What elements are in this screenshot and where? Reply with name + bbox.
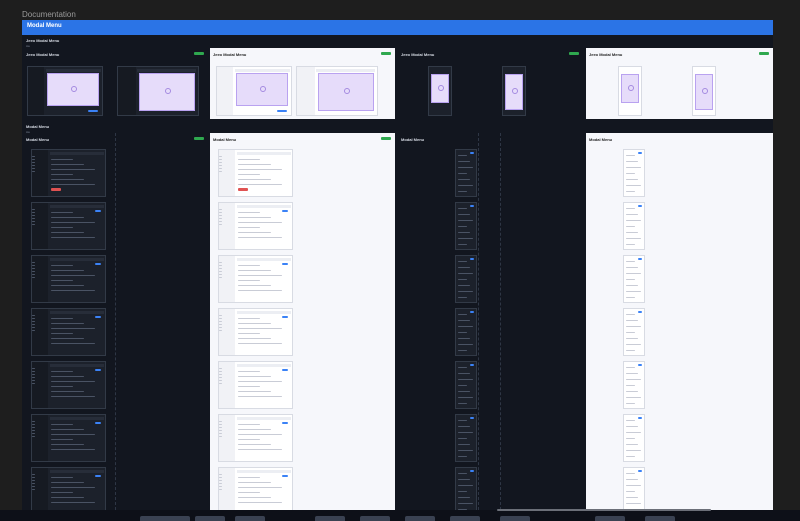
status-badge [381, 137, 391, 140]
frame-title: Jeeo Modal Menu [26, 52, 60, 57]
app-preview [218, 414, 293, 462]
taskbar [0, 510, 800, 521]
frame-title: Modal Menu [401, 137, 425, 142]
app-preview [218, 308, 293, 356]
frame-title: Jeeo Modal Menu [213, 52, 247, 57]
frame-title: Jeeo Modal Menu [401, 52, 435, 57]
app-preview [31, 308, 106, 356]
frame-modal-light-desktop[interactable]: Modal Menu [210, 133, 395, 510]
taskbar-item[interactable] [140, 516, 190, 521]
app-preview [117, 66, 199, 116]
taskbar-item[interactable] [405, 516, 435, 521]
app-preview-mobile [455, 414, 477, 462]
section-title: Modal Menu [26, 124, 50, 129]
status-badge [194, 137, 204, 140]
status-badge [194, 52, 204, 55]
status-badge [759, 52, 769, 55]
app-preview-mobile [623, 361, 645, 409]
app-preview [218, 467, 293, 510]
app-preview-mobile [455, 361, 477, 409]
app-preview-mobile [618, 66, 642, 116]
taskbar-item[interactable] [450, 516, 480, 521]
taskbar-item[interactable] [645, 516, 675, 521]
modal-preview [47, 72, 100, 107]
section-jeeo: Jeeo Modal Menu Aa [26, 38, 59, 48]
taskbar-item[interactable] [235, 516, 265, 521]
window-label: Documentation [22, 10, 76, 19]
taskbar-item[interactable] [195, 516, 225, 521]
frame-title: Modal Menu [213, 137, 237, 142]
frame-modal-dark-mobile[interactable]: Modal Menu [398, 133, 583, 510]
section-title: Jeeo Modal Menu [26, 38, 60, 43]
app-preview-mobile [692, 66, 716, 116]
app-preview-mobile [455, 255, 477, 303]
app-preview-mobile [455, 202, 477, 250]
app-preview-mobile [623, 467, 645, 510]
taskbar-item[interactable] [360, 516, 390, 521]
app-preview [218, 149, 293, 197]
modal-preview [504, 73, 524, 110]
taskbar-item[interactable] [595, 516, 625, 521]
frame-title: Jeeo Modal Menu [589, 52, 623, 57]
app-preview [27, 66, 103, 116]
app-preview [31, 202, 106, 250]
modal-preview [694, 73, 714, 110]
app-preview [31, 149, 106, 197]
modal-preview [620, 73, 640, 103]
app-preview-mobile [455, 308, 477, 356]
app-preview-mobile [502, 66, 526, 116]
app-preview [218, 202, 293, 250]
app-preview-mobile [623, 149, 645, 197]
app-preview [31, 467, 106, 510]
app-preview [216, 66, 292, 116]
modal-preview [138, 72, 195, 112]
frame-jeeo-dark-desktop[interactable]: Jeeo Modal Menu [23, 48, 208, 119]
design-canvas[interactable]: Modal Menu Jeeo Modal Menu Aa Modal Menu… [22, 20, 773, 510]
app-preview-mobile [455, 149, 477, 197]
frame-title: Modal Menu [26, 137, 50, 142]
modal-preview [236, 72, 289, 107]
modal-preview [430, 73, 450, 103]
app-preview [31, 361, 106, 409]
frame-jeeo-light-desktop[interactable]: Jeeo Modal Menu [210, 48, 395, 119]
frame-jeeo-light-mobile[interactable]: Jeeo Modal Menu [586, 48, 773, 119]
app-preview-mobile [623, 255, 645, 303]
frame-modal-light-mobile[interactable]: Modal Menu [586, 133, 773, 510]
horizontal-scrollbar[interactable] [497, 509, 711, 511]
status-badge [381, 52, 391, 55]
app-preview [31, 255, 106, 303]
app-preview [218, 361, 293, 409]
app-preview-mobile [623, 202, 645, 250]
app-preview [218, 255, 293, 303]
taskbar-item[interactable] [500, 516, 530, 521]
app-preview-mobile [623, 308, 645, 356]
app-preview-mobile [455, 467, 477, 510]
app-preview-mobile [428, 66, 452, 116]
app-preview [296, 66, 378, 116]
frame-jeeo-dark-mobile[interactable]: Jeeo Modal Menu [398, 48, 583, 119]
modal-preview [317, 72, 374, 112]
frame-title: Modal Menu [589, 137, 613, 142]
taskbar-item[interactable] [315, 516, 345, 521]
frame-modal-dark-desktop[interactable]: Modal Menu [23, 133, 208, 510]
app-preview-mobile [623, 414, 645, 462]
app-preview [31, 414, 106, 462]
banner: Modal Menu [22, 20, 773, 35]
banner-title: Modal Menu [27, 23, 62, 29]
status-badge [569, 52, 579, 55]
